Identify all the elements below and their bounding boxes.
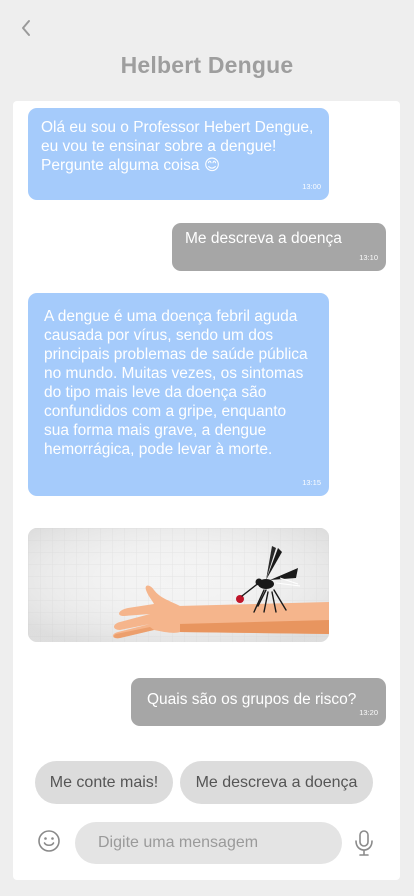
message-input[interactable] [75,822,342,864]
bot-message: A dengue é uma doença febril aguda causa… [28,293,329,496]
user-message: Me descreva a doença 13:10 [172,223,386,271]
microphone-icon [355,830,373,856]
message-time: 13:20 [359,708,378,717]
message-time: 13:00 [302,182,321,191]
chevron-left-icon [22,20,30,36]
message-time: 13:10 [359,253,378,262]
message-text: Quais são os grupos de risco? [147,691,357,708]
emoji-button[interactable] [37,829,61,853]
message-text: Me descreva a doença [185,230,342,247]
message-input-container [75,822,342,864]
message-time: 13:15 [302,478,321,487]
bot-message: Olá eu sou o Professor Hebert Dengue, eu… [28,108,329,200]
microphone-button[interactable] [353,829,375,857]
page-title: Helbert Dengue [120,52,294,78]
message-text: Olá eu sou o Professor Hebert Dengue, eu… [41,119,314,174]
back-button[interactable] [14,16,38,40]
mosquito-on-arm-illustration [28,528,329,642]
smiley-icon [38,830,60,852]
suggestion-tell-more[interactable]: Me conte mais! [35,761,173,804]
suggestion-describe-disease[interactable]: Me descreva a doença [180,761,373,804]
suggestion-chips: Me conte mais! Me descreva a doença [35,761,373,804]
message-text: A dengue é uma doença febril aguda causa… [44,308,308,458]
user-message: Quais são os grupos de risco? 13:20 [131,678,386,726]
mosquito-image-message[interactable] [28,528,329,642]
